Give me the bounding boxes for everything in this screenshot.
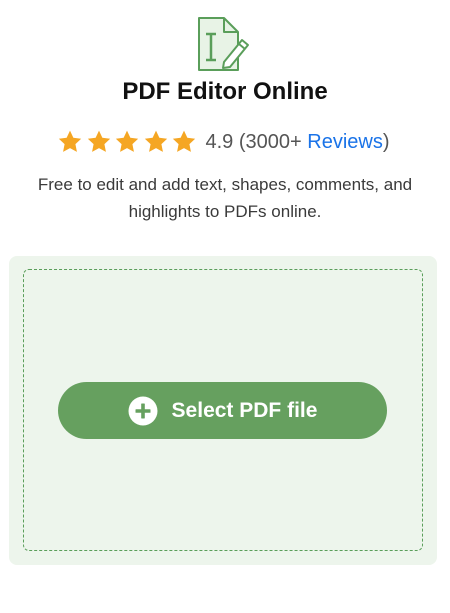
pdf-edit-icon (198, 17, 249, 71)
rating-score: 4.9 (205, 130, 234, 153)
rating-close-paren: ) (382, 130, 390, 153)
star-icon (58, 130, 82, 152)
select-pdf-button[interactable]: Select PDF file (58, 382, 387, 439)
select-pdf-label: Select PDF file (171, 398, 318, 422)
page-title: PDF Editor Online (122, 78, 328, 105)
star-icon (87, 130, 110, 152)
star-icon (144, 130, 167, 152)
page-description: Free to edit and add text, shapes, comme… (37, 175, 413, 221)
reviews-link[interactable]: Reviews (307, 131, 383, 153)
rating-open-paren: ( (238, 130, 246, 153)
star-icon (172, 130, 196, 152)
review-count: 3000+ (245, 130, 308, 153)
star-icon (115, 130, 139, 152)
plus-circle-icon (128, 396, 158, 425)
rating-text: 4.9 (3000+ Reviews) (206, 131, 390, 154)
pdf-editor-page: PDF Editor Online 4.9 (3000+ Reviews) Fr… (0, 0, 450, 613)
rating-row: 4.9 (3000+ Reviews) (57, 126, 390, 158)
